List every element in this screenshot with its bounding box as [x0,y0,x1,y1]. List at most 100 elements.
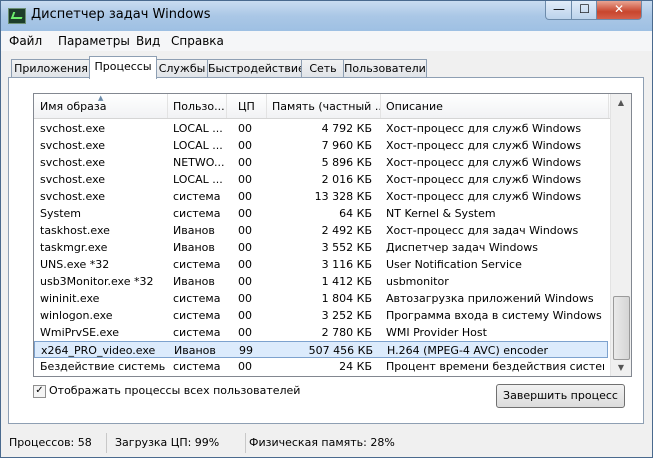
cell-memory: 1 804 КБ [321,292,372,305]
table-row[interactable]: UNS.exe *32 система 00 3 116 КБ User Notific… [34,256,608,273]
column-user[interactable]: Пользо... [167,94,227,118]
cell-cpu: 00 [238,275,252,288]
cell-memory: 5 896 КБ [321,156,372,169]
status-cpu: Загрузка ЦП: 99% [107,433,246,453]
cell-image-name: WmiPrvSE.exe [40,326,120,339]
scroll-up-icon[interactable]: ▲ [611,94,631,111]
table-row[interactable]: svchost.exe LOCAL ... 00 4 792 КБ Хост-проце… [34,120,608,137]
status-memory: Физическая память: 28% [249,436,395,449]
cell-description: Автозагрузка приложений Windows [386,292,594,305]
cell-user: система [173,292,221,305]
table-row[interactable]: usb3Monitor.exe *32 Иванов 00 1 412 КБ usbmo… [34,273,608,290]
cell-cpu: 00 [238,309,252,322]
cell-user: NETWO... [173,156,225,169]
column-image-name[interactable]: ▲ Имя образа [34,94,168,118]
scroll-thumb[interactable] [613,296,630,360]
cell-memory: 2 016 КБ [321,173,372,186]
column-cpu[interactable]: ЦП [232,94,267,118]
task-manager-window: Диспетчер задач Windows — ☐ ✕ Файл Парам… [0,0,653,458]
tab-processes[interactable]: Процессы [89,56,157,79]
cell-description: Программа входа в систему Windows [386,309,602,322]
cell-description: usbmonitor [386,275,449,288]
cell-cpu: 00 [238,173,252,186]
tab-network[interactable]: Сеть [301,59,345,78]
end-process-button[interactable]: Завершить процесс [496,384,625,408]
maximize-button[interactable]: ☐ [571,1,598,20]
tab-services[interactable]: Службы [155,59,209,78]
menu-options[interactable]: Параметры [58,34,130,48]
cell-user: Иванов [173,241,215,254]
cell-image-name: UNS.exe *32 [40,258,110,271]
cell-cpu: 00 [238,224,252,237]
table-row[interactable]: WmiPrvSE.exe система 00 2 780 КБ WMI Provide… [34,324,608,341]
cell-image-name: Бездействие системы [40,360,165,373]
cell-cpu: 00 [238,139,252,152]
table-row[interactable]: svchost.exe NETWO... 00 5 896 КБ Хост-процес… [34,154,608,171]
title-bar[interactable]: Диспетчер задач Windows — ☐ ✕ [1,1,652,31]
status-processes: Процессов: 58 [1,433,107,453]
column-image-name-label: Имя образа [40,100,107,113]
cell-image-name: svchost.exe [40,173,106,186]
cell-cpu: 00 [238,326,252,339]
scroll-down-icon[interactable]: ▼ [611,359,631,376]
cell-user: LOCAL ... [173,139,223,152]
close-button[interactable]: ✕ [596,1,642,20]
process-list[interactable]: ▲ Имя образа Пользо... ЦП Память (частны… [33,93,632,377]
column-description[interactable]: Описание [380,94,609,118]
cell-image-name: winlogon.exe [40,309,113,322]
cell-user: Иванов [173,275,215,288]
table-row[interactable]: System система 00 64 КБ NT Kernel & System [34,205,608,222]
table-row[interactable]: svchost.exe LOCAL ... 00 2 016 КБ Хост-проце… [34,171,608,188]
tab-users[interactable]: Пользователи [343,59,427,78]
menu-help[interactable]: Справка [171,34,224,48]
cell-image-name: usb3Monitor.exe *32 [40,275,154,288]
cell-description: Диспетчер задач Windows [386,241,538,254]
column-header: ▲ Имя образа Пользо... ЦП Память (частны… [34,94,610,119]
vertical-scrollbar[interactable]: ▲ ▼ [610,94,631,376]
menu-view[interactable]: Вид [136,34,160,48]
cell-cpu: 00 [238,241,252,254]
table-row[interactable]: svchost.exe LOCAL ... 00 7 960 КБ Хост-проце… [34,137,608,154]
table-row[interactable]: wininit.exe система 00 1 804 КБ Автозагрузка… [34,290,608,307]
sort-ascending-icon: ▲ [98,94,104,102]
cell-cpu: 00 [238,292,252,305]
processes-panel: ▲ Имя образа Пользо... ЦП Память (частны… [8,77,644,424]
cell-user: LOCAL ... [173,122,223,135]
column-memory[interactable]: Память (частный ... [266,94,381,118]
cell-image-name: x264_PRO_video.exe [41,344,156,357]
show-all-users-label[interactable]: Отображать процессы всех пользователей [49,384,300,397]
cell-memory: 3 116 КБ [321,258,372,271]
cell-cpu: 99 [239,344,253,357]
close-icon: ✕ [613,2,625,16]
tab-applications[interactable]: Приложения [11,59,91,78]
cell-memory: 3 252 КБ [321,309,372,322]
cell-memory: 7 960 КБ [321,139,372,152]
table-row[interactable]: winlogon.exe система 00 3 252 КБ Программа в… [34,307,608,324]
cell-image-name: wininit.exe [40,292,100,305]
menu-file[interactable]: Файл [9,34,42,48]
table-row[interactable]: svchost.exe система 00 13 328 КБ Хост-процес… [34,188,608,205]
cell-description: Хост-процесс для служб Windows [386,173,582,186]
table-row[interactable]: Бездействие системы система 00 24 КБ Процент… [34,358,608,375]
show-all-users-checkbox[interactable]: ✓ [33,385,46,398]
table-row[interactable]: taskhost.exe Иванов 00 2 492 КБ Хост-процесс… [34,222,608,239]
cell-user: система [173,360,221,373]
table-row-selected[interactable]: x264_PRO_video.exe Иванов 99 507 456 КБ H.26… [34,341,608,358]
menu-bar: Файл Параметры Вид Справка [1,31,652,51]
cell-cpu: 00 [238,258,252,271]
cell-description: WMI Provider Host [386,326,487,339]
cell-user: система [173,326,221,339]
minimize-button[interactable]: — [545,1,573,20]
cell-memory: 3 552 КБ [321,241,372,254]
cell-cpu: 00 [238,207,252,220]
cell-image-name: taskhost.exe [40,224,110,237]
cell-cpu: 00 [238,156,252,169]
cell-user: система [173,190,221,203]
table-row[interactable]: taskmgr.exe Иванов 00 3 552 КБ Диспетчер зад… [34,239,608,256]
cell-memory: 64 КБ [339,207,372,220]
window-title: Диспетчер задач Windows [31,7,211,22]
cell-user: Иванов [174,344,216,357]
task-manager-icon [8,8,26,24]
tab-performance[interactable]: Быстродействие [207,59,305,78]
cell-image-name: svchost.exe [40,122,106,135]
